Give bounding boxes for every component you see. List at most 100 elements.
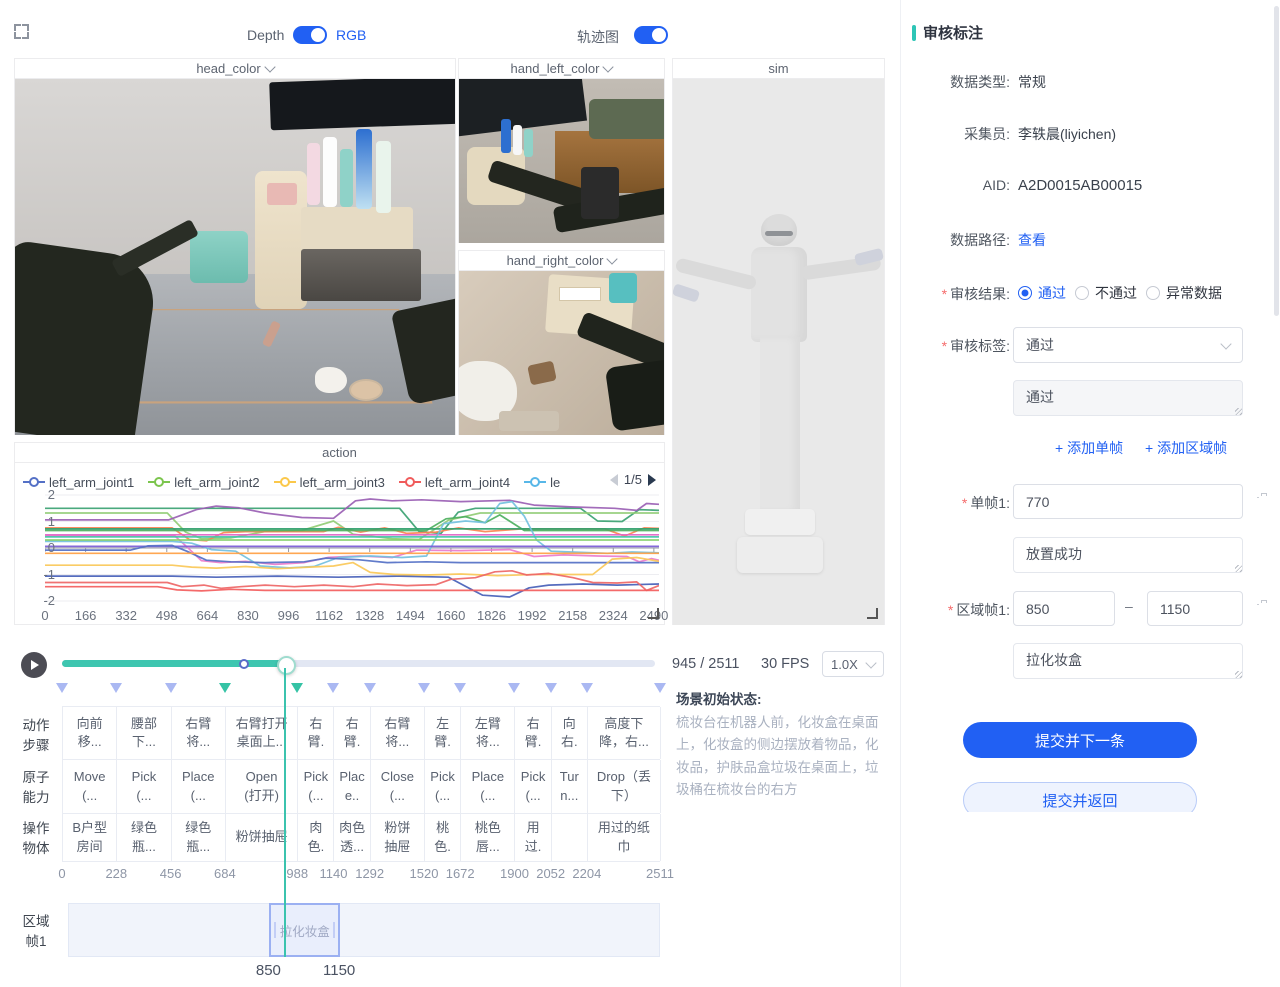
skill-cell[interactable]: Move (... xyxy=(63,760,117,813)
scrollbar-thumb[interactable] xyxy=(1274,6,1279,316)
object-cell[interactable]: 粉饼 抽屉 xyxy=(371,814,425,861)
result-radio-option[interactable]: 通过 xyxy=(1018,283,1066,303)
speed-select[interactable]: 1.0X xyxy=(822,651,884,677)
trajectory-toggle[interactable] xyxy=(634,26,668,44)
region-end-input[interactable] xyxy=(1147,591,1243,626)
skill-cell[interactable]: Pick (... xyxy=(425,760,461,813)
resize-handle-icon[interactable] xyxy=(867,608,878,619)
single-frame-input[interactable] xyxy=(1013,484,1243,519)
result-radio-option[interactable]: 不通过 xyxy=(1075,283,1137,303)
tag-select-value: 通过 xyxy=(1026,335,1054,355)
step-cell[interactable]: 高度下 降，右... xyxy=(588,707,661,759)
segment-left-handle[interactable] xyxy=(274,922,276,938)
data-path-link[interactable]: 查看 xyxy=(1018,230,1046,250)
resize-handle-icon[interactable] xyxy=(648,608,659,619)
playhead-line[interactable] xyxy=(284,668,286,957)
comment-textarea[interactable]: 通过 xyxy=(1013,380,1243,416)
legend-item[interactable]: left_arm_joint2 xyxy=(148,475,259,490)
hand-left-header[interactable]: hand_left_color xyxy=(459,59,664,79)
head-camera-header[interactable]: head_color xyxy=(15,59,455,79)
skill-cell[interactable]: Open (打开) xyxy=(226,760,298,813)
add-region-frame-link[interactable]: + 添加区域帧 xyxy=(1145,438,1227,458)
resize-grip-icon[interactable] xyxy=(1233,669,1242,678)
fullscreen-icon[interactable] xyxy=(14,24,29,39)
step-boundary-marker[interactable] xyxy=(56,683,68,693)
region-start-input[interactable] xyxy=(1013,591,1115,626)
step-boundary-marker[interactable] xyxy=(508,683,520,693)
hand-right-header[interactable]: hand_right_color xyxy=(459,251,664,271)
step-cell[interactable]: 左 臂. xyxy=(425,707,461,759)
single-frame-dot[interactable] xyxy=(239,659,249,669)
object-cell[interactable]: 用过的纸 巾 xyxy=(588,814,661,861)
result-radio-option[interactable]: 异常数据 xyxy=(1146,283,1222,303)
step-boundary-marker[interactable] xyxy=(654,683,666,693)
object-cell[interactable]: 粉饼抽屉 xyxy=(226,814,298,861)
step-boundary-marker[interactable] xyxy=(165,683,177,693)
depth-rgb-toggle[interactable] xyxy=(293,26,327,44)
play-button[interactable] xyxy=(21,652,47,678)
skill-cell[interactable]: Pick (... xyxy=(298,760,334,813)
object-cell[interactable]: 绿色 瓶... xyxy=(172,814,226,861)
skill-cell[interactable]: Pick (... xyxy=(117,760,171,813)
step-cell[interactable]: 右臂 将... xyxy=(172,707,226,759)
skill-cell[interactable]: Place (... xyxy=(461,760,515,813)
skill-cell[interactable]: Drop（丢 下） xyxy=(588,760,661,813)
legend-item[interactable]: left_arm_joint3 xyxy=(274,475,385,490)
step-cell[interactable]: 左臂 将... xyxy=(461,707,515,759)
legend-next-icon[interactable] xyxy=(648,474,656,486)
resize-grip-icon[interactable] xyxy=(1233,406,1242,415)
object-cell[interactable] xyxy=(552,814,588,861)
step-boundary-marker[interactable] xyxy=(418,683,430,693)
legend-series-icon xyxy=(23,477,45,487)
radio-icon[interactable] xyxy=(1146,286,1160,300)
skill-cell[interactable]: Tur n... xyxy=(552,760,588,813)
tag-select[interactable]: 通过 xyxy=(1013,327,1243,363)
legend-series-label: left_arm_joint3 xyxy=(300,475,385,490)
step-cell[interactable]: 向前 移... xyxy=(63,707,117,759)
submit-next-button[interactable]: 提交并下一条 xyxy=(963,722,1197,758)
radio-icon[interactable] xyxy=(1075,286,1089,300)
step-cell[interactable]: 右 臂. xyxy=(334,707,370,759)
legend-item[interactable]: le xyxy=(524,475,560,490)
radio-icon[interactable] xyxy=(1018,286,1032,300)
sim-header: sim xyxy=(673,59,884,79)
region-frame-note[interactable]: 拉化妆盒 xyxy=(1013,643,1243,679)
segment-right-handle[interactable] xyxy=(333,922,335,938)
step-boundary-marker[interactable] xyxy=(545,683,557,693)
sim-viewport[interactable] xyxy=(673,79,884,625)
step-boundary-marker[interactable] xyxy=(581,683,593,693)
step-cell[interactable]: 腰部 下... xyxy=(117,707,171,759)
object-cell[interactable]: 肉色 透... xyxy=(334,814,370,861)
playback-handle[interactable] xyxy=(277,656,296,675)
object-cell[interactable]: 桃色 唇... xyxy=(461,814,515,861)
object-cell[interactable]: 桃 色. xyxy=(425,814,461,861)
step-cell[interactable]: 向 右. xyxy=(552,707,588,759)
submit-back-button[interactable]: 提交并返回 xyxy=(963,782,1197,812)
single-frame-note[interactable]: 放置成功 xyxy=(1013,537,1243,573)
resize-grip-icon[interactable] xyxy=(1233,563,1242,572)
region-track[interactable]: 拉化妆盒 xyxy=(68,903,660,957)
step-boundary-marker[interactable] xyxy=(364,683,376,693)
region-segment[interactable]: 拉化妆盒 xyxy=(269,903,340,957)
step-boundary-marker[interactable] xyxy=(219,683,231,693)
add-single-frame-link[interactable]: + 添加单帧 xyxy=(1055,438,1123,458)
skill-cell[interactable]: Close (... xyxy=(371,760,425,813)
step-boundary-marker[interactable] xyxy=(291,683,303,693)
object-cell[interactable]: 肉 色. xyxy=(298,814,334,861)
legend-prev-icon[interactable] xyxy=(610,474,618,486)
step-boundary-marker[interactable] xyxy=(327,683,339,693)
object-cell[interactable]: 绿色 瓶... xyxy=(117,814,171,861)
object-cell[interactable]: B户型 房间 xyxy=(63,814,117,861)
legend-item[interactable]: left_arm_joint4 xyxy=(399,475,510,490)
sim-panel: sim xyxy=(672,58,885,625)
skill-cell[interactable]: Plac e.. xyxy=(334,760,370,813)
step-cell[interactable]: 右臂 将... xyxy=(371,707,425,759)
skill-cell[interactable]: Place (... xyxy=(172,760,226,813)
step-boundary-marker[interactable] xyxy=(454,683,466,693)
skill-cell[interactable]: Pick (... xyxy=(515,760,551,813)
step-cell[interactable]: 右 臂. xyxy=(298,707,334,759)
step-boundary-marker[interactable] xyxy=(110,683,122,693)
object-cell[interactable]: 用 过. xyxy=(515,814,551,861)
step-cell[interactable]: 右 臂. xyxy=(515,707,551,759)
step-cell[interactable]: 右臂打开 桌面上... xyxy=(226,707,298,759)
